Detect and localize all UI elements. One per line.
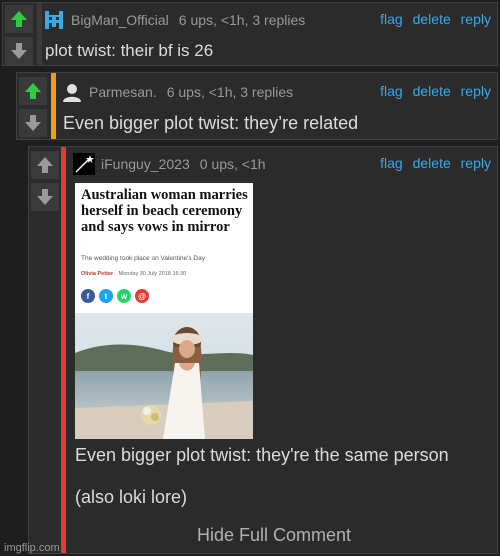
star-streak-icon xyxy=(73,153,95,175)
upvote-button[interactable] xyxy=(5,5,33,33)
flag-link[interactable]: flag xyxy=(380,155,403,171)
upvote-button[interactable] xyxy=(19,77,47,105)
pixel-invader-icon xyxy=(43,9,65,31)
delete-link[interactable]: delete xyxy=(413,155,451,171)
reply-link[interactable]: reply xyxy=(461,155,491,171)
downvote-button[interactable] xyxy=(19,109,47,137)
thread-bar xyxy=(51,73,56,139)
comment-meta: 6 ups, <1h, 3 replies xyxy=(178,12,306,28)
user-silhouette-icon xyxy=(61,81,83,103)
comment-meta: 0 ups, <1h xyxy=(199,156,266,172)
arrow-up-icon xyxy=(25,83,41,99)
comment-3: iFunguy_2023 0 ups, <1h flag delete repl… xyxy=(28,146,498,554)
delete-link[interactable]: delete xyxy=(413,11,451,27)
reply-link[interactable]: reply xyxy=(461,83,491,99)
thread-bar xyxy=(37,3,42,65)
email-icon: @ xyxy=(135,289,149,303)
username-link[interactable]: BigMan_Official xyxy=(71,12,169,28)
upvote-button[interactable] xyxy=(31,151,59,179)
article-headline: Australian woman marries herself in beac… xyxy=(81,187,248,235)
facebook-icon: f xyxy=(81,289,95,303)
article-image[interactable]: Australian woman marries herself in beac… xyxy=(75,183,253,439)
share-icons: f t w @ xyxy=(81,289,153,303)
arrow-down-icon xyxy=(25,115,41,131)
delete-link[interactable]: delete xyxy=(413,83,451,99)
arrow-up-icon xyxy=(11,11,27,27)
flag-link[interactable]: flag xyxy=(380,11,403,27)
watermark: imgflip.com xyxy=(4,542,60,554)
beach-wedding-photo xyxy=(75,313,253,439)
comment-header: iFunguy_2023 0 ups, <1h xyxy=(73,153,266,175)
comment-text: plot twist: their bf is 26 xyxy=(45,41,214,60)
whatsapp-icon: w xyxy=(117,289,131,303)
arrow-down-icon xyxy=(37,189,53,205)
comment-2: Parmesan. 6 ups, <1h, 3 replies flag del… xyxy=(16,72,498,140)
comment-actions: flag delete reply xyxy=(374,155,491,171)
username-link[interactable]: iFunguy_2023 xyxy=(101,156,190,172)
downvote-button[interactable] xyxy=(31,183,59,211)
arrow-up-icon xyxy=(37,157,53,173)
comment-1: BigMan_Official 6 ups, <1h, 3 replies fl… xyxy=(2,2,498,66)
comment-actions: flag delete reply xyxy=(374,83,491,99)
hide-full-comment-button[interactable]: Hide Full Comment xyxy=(197,525,351,546)
comment-header: BigMan_Official 6 ups, <1h, 3 replies xyxy=(43,9,305,31)
username-link[interactable]: Parmesan. xyxy=(89,84,157,100)
article-author: Olivia Petter xyxy=(81,271,114,277)
comment-actions: flag delete reply xyxy=(374,11,491,27)
comment-text: Even bigger plot twist: they’re related xyxy=(63,113,359,133)
twitter-icon: t xyxy=(99,289,113,303)
reply-link[interactable]: reply xyxy=(461,11,491,27)
comment-text-secondary: (also loki lore) xyxy=(75,487,188,507)
comment-header: Parmesan. 6 ups, <1h, 3 replies xyxy=(61,81,293,103)
downvote-button[interactable] xyxy=(5,37,33,65)
comment-text: Even bigger plot twist: they're the same… xyxy=(75,445,449,465)
article-date: Monday 30 July 2018 16:30 xyxy=(118,271,187,277)
article-byline: Olivia Petter Monday 30 July 2018 16:30 xyxy=(81,271,186,277)
arrow-down-icon xyxy=(11,43,27,59)
comment-meta: 6 ups, <1h, 3 replies xyxy=(166,84,294,100)
thread-bar xyxy=(61,147,66,553)
flag-link[interactable]: flag xyxy=(380,83,403,99)
article-subtitle: The wedding took place on Valentine's Da… xyxy=(81,255,205,262)
